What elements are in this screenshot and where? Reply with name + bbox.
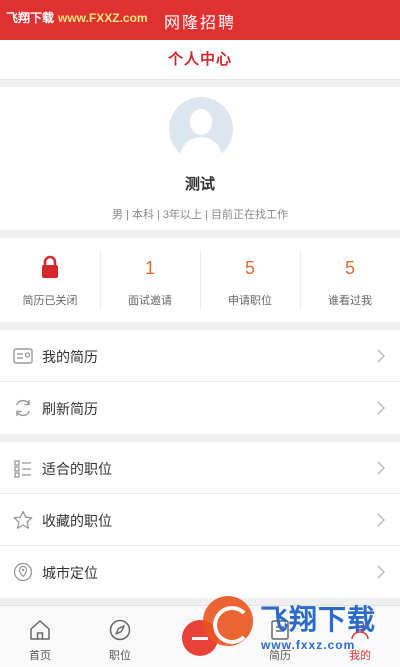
stat-value: 1 <box>144 258 155 278</box>
chevron-right-icon <box>377 513 386 527</box>
compass-icon <box>109 619 131 641</box>
resume-icon <box>13 348 33 364</box>
user-name: 测试 <box>184 176 215 193</box>
menu-item-refresh-resume[interactable]: 刷新简历 <box>0 382 400 434</box>
stat-who-viewed-me[interactable]: 5 谁看过我 <box>300 238 400 322</box>
watermark-overlay: 飞翔下载 www.fxxz.com <box>195 593 395 663</box>
watermark-brand: 飞翔下载 <box>260 604 377 635</box>
avatar-body <box>180 137 222 161</box>
star-icon <box>13 510 33 529</box>
watermark-logo-icon <box>203 596 253 646</box>
menu-item-suitable-jobs[interactable]: 适合的职位 <box>0 442 400 494</box>
avatar-head <box>190 109 212 135</box>
menu-item-saved-jobs[interactable]: 收藏的职位 <box>0 494 400 546</box>
stats-row: 简历已关闭 1 面试邀请 5 申请职位 5 谁看过我 <box>0 238 400 322</box>
menu-item-label: 我的简历 <box>42 349 98 365</box>
stat-label: 面试邀请 <box>128 295 172 307</box>
watermark-url: www.fxxz.com <box>261 638 356 652</box>
stat-resume-closed[interactable]: 简历已关闭 <box>0 238 100 322</box>
page-title: 个人中心 <box>167 51 232 68</box>
tab-label: 职位 <box>109 650 131 662</box>
home-icon <box>30 620 50 640</box>
stat-interview-invites[interactable]: 1 面试邀请 <box>100 238 200 322</box>
avatar[interactable] <box>169 97 233 161</box>
stat-value: 5 <box>344 258 355 278</box>
menu-item-label: 收藏的职位 <box>42 513 112 529</box>
menu-item-my-resume[interactable]: 我的简历 <box>0 330 400 382</box>
lock-icon <box>42 255 58 278</box>
stat-value: 5 <box>244 258 255 278</box>
stat-applied-jobs[interactable]: 5 申请职位 <box>200 238 300 322</box>
menu-group-jobs: 适合的职位 收藏的职位 城市定位 <box>0 442 400 598</box>
menu-item-label: 刷新简历 <box>42 401 98 417</box>
stat-label: 简历已关闭 <box>22 295 78 307</box>
menu-item-label: 适合的职位 <box>42 461 112 477</box>
chevron-right-icon <box>377 401 386 415</box>
list-icon <box>14 460 31 478</box>
tab-jobs[interactable]: 职位 <box>80 606 160 667</box>
app-title-bar: 飞翔下载 www.FXXZ.com 网隆招聘 <box>0 0 400 40</box>
menu-item-city-location[interactable]: 城市定位 <box>0 546 400 598</box>
chevron-right-icon <box>377 349 386 363</box>
refresh-icon <box>15 399 31 417</box>
chevron-right-icon <box>377 461 386 475</box>
tab-home[interactable]: 首页 <box>0 606 80 667</box>
user-info: 男 | 本科 | 3年以上 | 目前正在找工作 <box>111 209 289 221</box>
tab-label: 首页 <box>29 650 51 662</box>
app-title: 网隆招聘 <box>163 15 236 32</box>
profile-card[interactable]: 测试 男 | 本科 | 3年以上 | 目前正在找工作 <box>0 87 400 230</box>
stat-label: 申请职位 <box>228 295 272 307</box>
page-header: 个人中心 <box>0 40 400 80</box>
stat-label: 谁看过我 <box>328 295 372 307</box>
menu-group-resume: 我的简历 刷新简历 <box>0 330 400 434</box>
chevron-right-icon <box>377 565 386 579</box>
location-icon <box>13 562 33 582</box>
menu-item-label: 城市定位 <box>42 565 98 581</box>
